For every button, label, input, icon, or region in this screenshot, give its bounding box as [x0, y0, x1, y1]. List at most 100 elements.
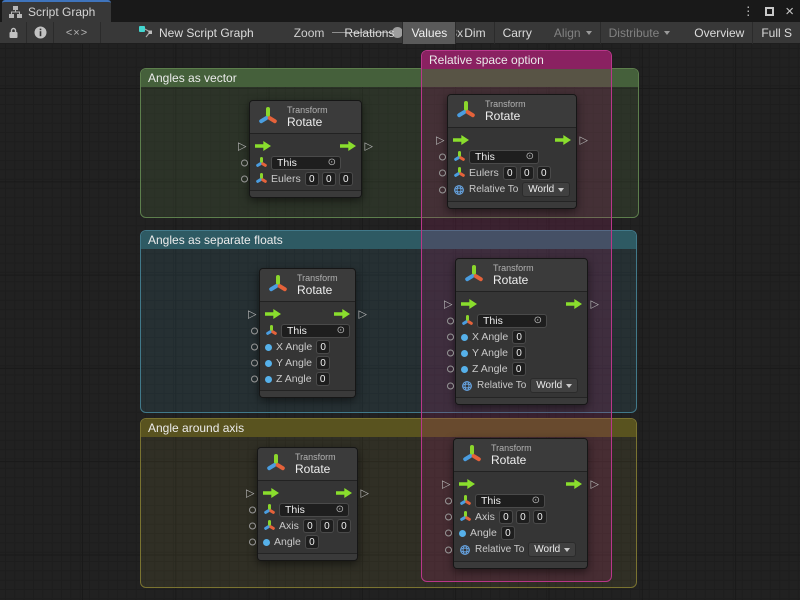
value-input-port-icon[interactable]: [447, 318, 454, 325]
relative-to-dropdown[interactable]: World: [522, 182, 570, 197]
node-header[interactable]: Transform Rotate: [258, 448, 357, 481]
flow-in-arrow-icon[interactable]: [453, 135, 469, 145]
value-field[interactable]: 0: [501, 526, 515, 540]
overview-button[interactable]: Overview: [686, 22, 752, 44]
object-picker-icon[interactable]: ⊙: [534, 316, 542, 326]
object-picker-icon[interactable]: ⊙: [328, 158, 336, 168]
flow-in-arrow-icon[interactable]: [265, 309, 281, 319]
value-input-port-icon[interactable]: [251, 344, 258, 351]
value-field[interactable]: 0: [512, 346, 526, 360]
z-value-field[interactable]: 0: [533, 510, 547, 524]
align-dropdown-button[interactable]: Align: [546, 22, 600, 44]
relations-button[interactable]: Relations: [336, 22, 402, 44]
this-object-field[interactable]: This ⊙: [279, 503, 349, 517]
value-input-port-icon[interactable]: [439, 170, 446, 177]
value-input-port-icon[interactable]: [445, 530, 452, 537]
node-header[interactable]: Transform Rotate: [250, 101, 361, 134]
this-object-field[interactable]: This ⊙: [477, 314, 547, 328]
y-value-field[interactable]: 0: [516, 510, 530, 524]
flow-input-port-icon[interactable]: [238, 141, 246, 152]
value-input-port-icon[interactable]: [447, 334, 454, 341]
flow-output-port-icon[interactable]: [361, 488, 369, 499]
unit-rotate-eulers-relative[interactable]: Transform Rotate This ⊙: [447, 94, 577, 209]
value-input-port-icon[interactable]: [439, 154, 446, 161]
relative-to-dropdown[interactable]: World: [530, 378, 578, 393]
flow-out-arrow-icon[interactable]: [566, 299, 582, 309]
object-picker-icon[interactable]: ⊙: [336, 505, 344, 515]
this-object-field[interactable]: This ⊙: [281, 324, 350, 338]
value-input-port-icon[interactable]: [251, 328, 258, 335]
value-input-port-icon[interactable]: [249, 523, 256, 530]
object-picker-icon[interactable]: ⊙: [337, 326, 345, 336]
graph-canvas[interactable]: Angles as vector Angles as separate floa…: [0, 44, 800, 600]
value-input-port-icon[interactable]: [447, 350, 454, 357]
flow-out-arrow-icon[interactable]: [336, 488, 352, 498]
value-input-port-icon[interactable]: [439, 186, 446, 193]
value-input-port-icon[interactable]: [241, 176, 248, 183]
value-input-port-icon[interactable]: [249, 539, 256, 546]
z-value-field[interactable]: 0: [337, 519, 351, 533]
flow-input-port-icon[interactable]: [436, 135, 444, 146]
x-value-field[interactable]: 0: [503, 166, 517, 180]
flow-out-arrow-icon[interactable]: [334, 309, 350, 319]
value-input-port-icon[interactable]: [241, 160, 248, 167]
flow-in-arrow-icon[interactable]: [459, 479, 475, 489]
unit-rotate-eulers[interactable]: Transform Rotate This ⊙: [249, 100, 362, 198]
values-button[interactable]: Values: [403, 22, 455, 44]
value-field[interactable]: 0: [512, 330, 526, 344]
group-header[interactable]: Relative space option: [422, 51, 611, 69]
flow-in-arrow-icon[interactable]: [255, 141, 271, 151]
object-picker-icon[interactable]: ⊙: [532, 496, 540, 506]
fullscreen-button[interactable]: Full S: [753, 22, 800, 44]
lock-button[interactable]: [0, 22, 26, 43]
maximize-icon[interactable]: [765, 7, 774, 16]
this-object-field[interactable]: This ⊙: [469, 150, 539, 164]
dim-button[interactable]: Dim: [456, 22, 493, 44]
flow-output-port-icon[interactable]: [365, 141, 373, 152]
z-value-field[interactable]: 0: [339, 172, 353, 186]
value-input-port-icon[interactable]: [445, 546, 452, 553]
value-input-port-icon[interactable]: [447, 382, 454, 389]
value-field[interactable]: 0: [512, 362, 526, 376]
value-field[interactable]: 0: [316, 356, 330, 370]
flow-output-port-icon[interactable]: [359, 309, 367, 320]
x-value-field[interactable]: 0: [303, 519, 317, 533]
unit-rotate-floats-relative[interactable]: Transform Rotate This ⊙: [455, 258, 588, 405]
value-input-port-icon[interactable]: [251, 376, 258, 383]
relative-to-dropdown[interactable]: World: [528, 542, 576, 557]
value-field[interactable]: 0: [316, 372, 330, 386]
flow-input-port-icon[interactable]: [444, 299, 452, 310]
flow-out-arrow-icon[interactable]: [340, 141, 356, 151]
flow-input-port-icon[interactable]: [442, 479, 450, 490]
this-object-field[interactable]: This ⊙: [271, 156, 341, 170]
info-button[interactable]: [27, 22, 53, 43]
flow-output-port-icon[interactable]: [591, 479, 599, 490]
flow-output-port-icon[interactable]: [591, 299, 599, 310]
this-object-field[interactable]: This ⊙: [475, 494, 545, 508]
value-field[interactable]: 0: [305, 535, 319, 549]
new-script-graph-button[interactable]: New Script Graph: [133, 22, 260, 43]
x-value-field[interactable]: 0: [499, 510, 513, 524]
value-input-port-icon[interactable]: [249, 507, 256, 514]
value-field[interactable]: 0: [316, 340, 330, 354]
value-input-port-icon[interactable]: [445, 498, 452, 505]
object-picker-icon[interactable]: ⊙: [526, 152, 534, 162]
x-value-field[interactable]: 0: [305, 172, 319, 186]
flow-input-port-icon[interactable]: [246, 488, 254, 499]
z-value-field[interactable]: 0: [537, 166, 551, 180]
node-header[interactable]: Transform Rotate: [456, 259, 587, 292]
y-value-field[interactable]: 0: [320, 519, 334, 533]
y-value-field[interactable]: 0: [322, 172, 336, 186]
value-input-port-icon[interactable]: [445, 514, 452, 521]
flow-in-arrow-icon[interactable]: [461, 299, 477, 309]
node-header[interactable]: Transform Rotate: [260, 269, 355, 302]
distribute-dropdown-button[interactable]: Distribute: [601, 22, 679, 44]
tab-script-graph[interactable]: Script Graph: [2, 0, 111, 22]
flow-output-port-icon[interactable]: [580, 135, 588, 146]
flow-out-arrow-icon[interactable]: [555, 135, 571, 145]
flow-out-arrow-icon[interactable]: [566, 479, 582, 489]
code-view-button[interactable]: <×>: [54, 22, 100, 43]
unit-rotate-axis-angle-relative[interactable]: Transform Rotate This ⊙: [453, 438, 588, 569]
unit-rotate-floats[interactable]: Transform Rotate This ⊙: [259, 268, 356, 398]
node-header[interactable]: Transform Rotate: [448, 95, 576, 128]
